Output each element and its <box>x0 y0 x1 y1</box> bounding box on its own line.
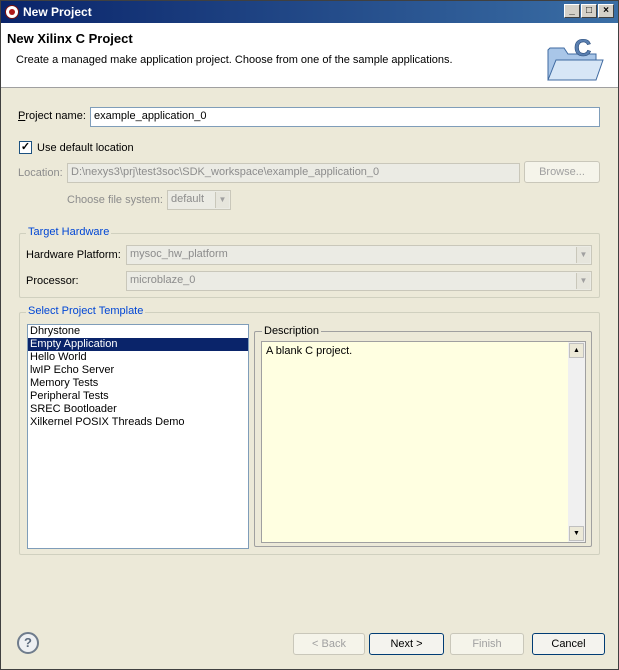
template-list-item[interactable]: Dhrystone <box>28 325 248 338</box>
use-default-location-checkbox[interactable]: ✓ <box>19 141 32 154</box>
project-name-input[interactable]: example_application_0 <box>90 107 600 127</box>
file-system-value: default <box>171 193 205 205</box>
back-button[interactable]: < Back <box>293 633 365 655</box>
template-list-item[interactable]: Xilkernel POSIX Threads Demo <box>28 416 248 429</box>
chevron-down-icon: ▼ <box>215 192 229 208</box>
template-list-item[interactable]: Peripheral Tests <box>28 390 248 403</box>
target-hardware-legend: Target Hardware <box>26 226 112 238</box>
wizard-description: Create a managed make application projec… <box>16 54 453 66</box>
title-bar: New Project _ □ × <box>1 1 618 23</box>
template-list[interactable]: Dhrystone Empty Application Hello World lwI… <box>27 324 249 549</box>
maximize-button[interactable]: □ <box>581 4 597 18</box>
c-project-folder-icon: C <box>547 36 604 81</box>
sdk-app-icon <box>5 5 19 19</box>
wizard-title: New Xilinx C Project <box>7 31 133 46</box>
chevron-down-icon: ▼ <box>576 247 590 263</box>
scroll-down-icon[interactable]: ▼ <box>569 526 584 541</box>
scroll-up-icon[interactable]: ▲ <box>569 343 584 358</box>
processor-dropdown[interactable]: microblaze_0 ▼ <box>126 271 592 291</box>
next-button[interactable]: Next > <box>369 633 444 655</box>
minimize-button[interactable]: _ <box>564 4 580 18</box>
browse-button[interactable]: Browse... <box>524 161 600 183</box>
project-name-label: Project name: <box>18 110 86 122</box>
finish-button[interactable]: Finish <box>450 633 524 655</box>
hardware-platform-label: Hardware Platform: <box>26 249 121 261</box>
window-title: New Project <box>23 5 92 19</box>
template-list-item[interactable]: Hello World <box>28 351 248 364</box>
use-default-location-label: Use default location <box>37 142 134 154</box>
template-list-item[interactable]: lwIP Echo Server <box>28 364 248 377</box>
description-scrollbar[interactable]: ▲ ▼ <box>568 342 585 542</box>
chevron-down-icon: ▼ <box>576 273 590 289</box>
hardware-platform-value: mysoc_hw_platform <box>130 248 228 260</box>
help-icon[interactable]: ? <box>17 632 39 654</box>
processor-label: Processor: <box>26 275 79 287</box>
close-button[interactable]: × <box>598 4 614 18</box>
svg-text:C: C <box>574 36 591 62</box>
description-text: A blank C project. <box>266 345 353 357</box>
description-legend: Description <box>262 325 322 337</box>
template-list-item[interactable]: SREC Bootloader <box>28 403 248 416</box>
cancel-button[interactable]: Cancel <box>532 633 605 655</box>
location-input[interactable]: D:\nexys3\prj\test3soc\SDK_workspace\exa… <box>67 163 520 183</box>
template-list-item[interactable]: Memory Tests <box>28 377 248 390</box>
new-project-dialog: New Project _ □ × New Xilinx C Project C… <box>0 0 619 670</box>
template-list-item[interactable]: Empty Application <box>28 338 248 351</box>
project-template-legend: Select Project Template <box>26 305 146 317</box>
file-system-dropdown[interactable]: default ▼ <box>167 190 231 210</box>
file-system-label: Choose file system: <box>67 194 163 206</box>
wizard-header: New Xilinx C Project Create a managed ma… <box>1 23 618 88</box>
location-label: Location: <box>18 167 63 179</box>
processor-value: microblaze_0 <box>130 274 196 286</box>
description-text-area: A blank C project. ▲ ▼ <box>261 341 586 543</box>
hardware-platform-dropdown[interactable]: mysoc_hw_platform ▼ <box>126 245 592 265</box>
